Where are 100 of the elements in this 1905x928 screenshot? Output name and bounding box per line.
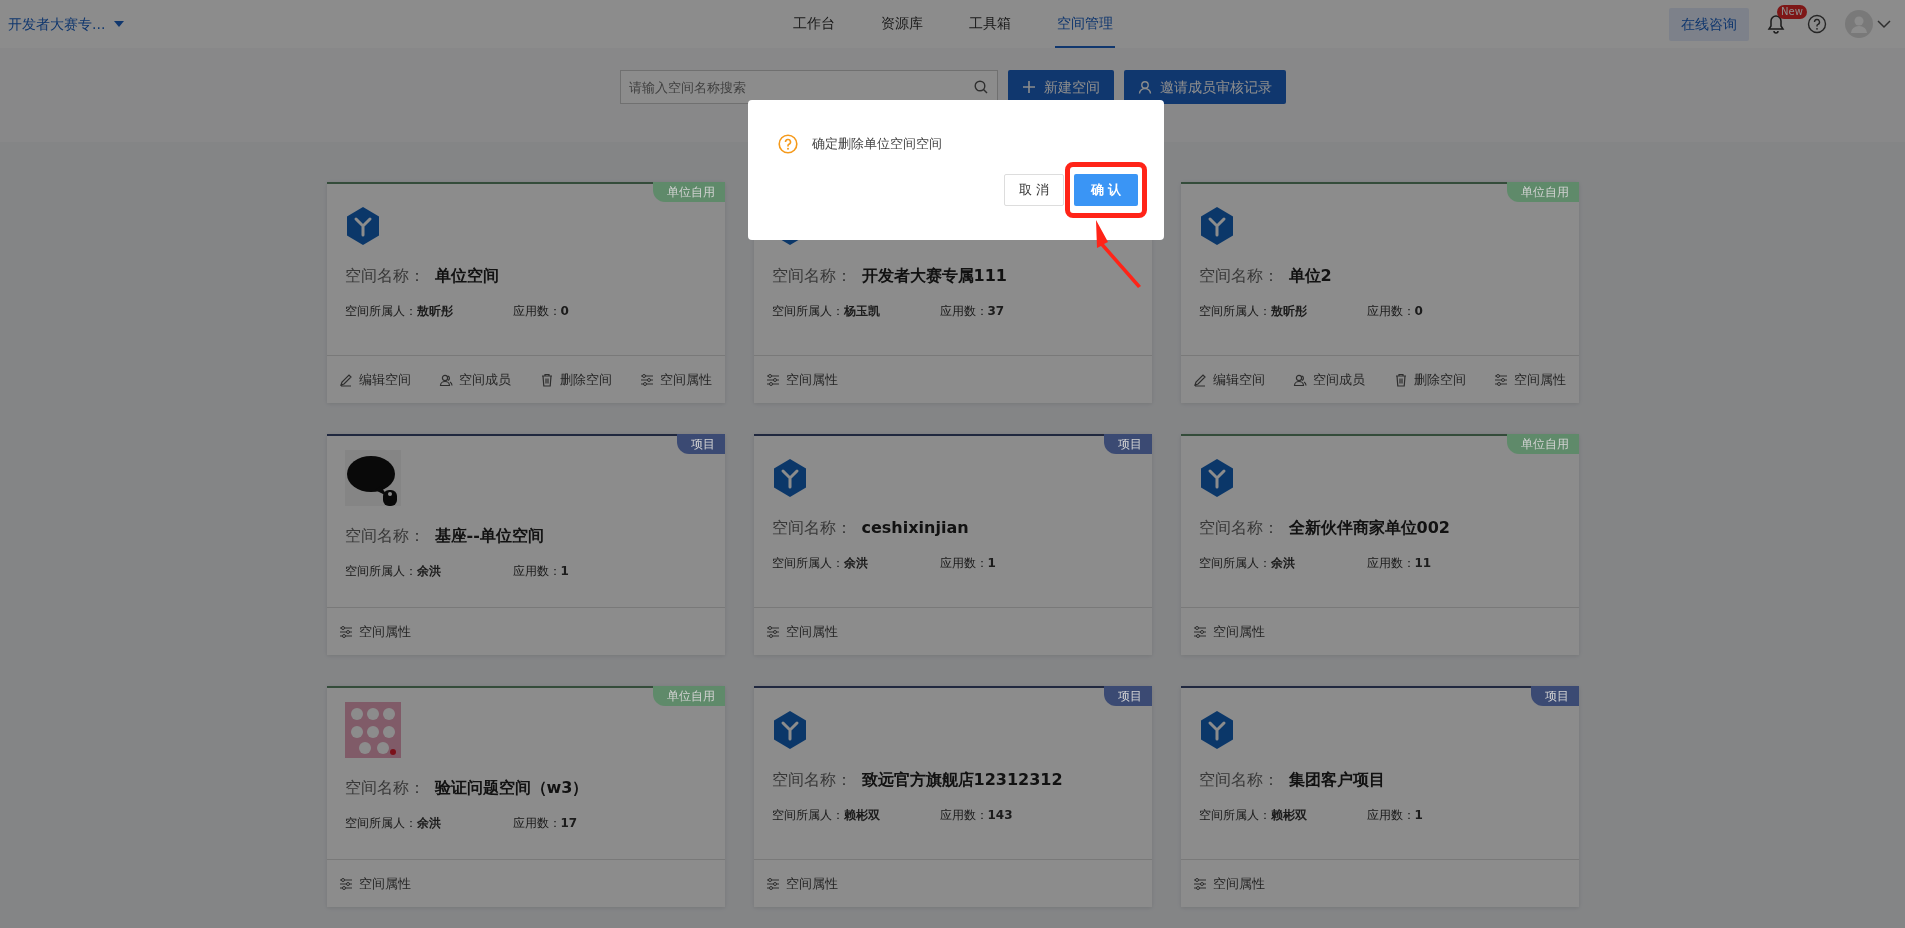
space-name: 单位2 bbox=[1288, 265, 1332, 287]
app-count: 143 bbox=[987, 807, 1013, 824]
space-tag: 项目 bbox=[676, 434, 725, 454]
owner-name: 杨玉凯 bbox=[843, 303, 881, 320]
cancel-button[interactable]: 取 消 bbox=[1004, 174, 1064, 206]
cube-logo-icon bbox=[1198, 458, 1235, 498]
card-action[interactable]: 空间属性 bbox=[640, 369, 713, 390]
sliders-icon bbox=[765, 624, 780, 639]
space-name: 基座--单位空间 bbox=[434, 525, 544, 547]
card-action[interactable]: 编辑空间 bbox=[1192, 369, 1265, 390]
sliders-icon bbox=[765, 372, 780, 387]
app-count: 17 bbox=[560, 815, 578, 832]
space-tag: 单位自用 bbox=[652, 182, 725, 202]
trash-icon bbox=[539, 372, 554, 387]
owner-label: 空间所属人： bbox=[771, 555, 844, 572]
space-tag: 项目 bbox=[1103, 434, 1152, 454]
space-tag: 项目 bbox=[1103, 686, 1152, 706]
owner-name: 余洪 bbox=[416, 815, 442, 832]
sliders-icon bbox=[338, 876, 353, 891]
sliders-icon bbox=[1192, 876, 1207, 891]
owner-label: 空间所属人： bbox=[344, 563, 417, 580]
card-action[interactable]: 删除空间 bbox=[539, 369, 612, 390]
search-field[interactable]: 请输入空间名称搜索 bbox=[619, 70, 998, 104]
name-label: 空间名称： bbox=[771, 517, 852, 539]
owner-name: 赖彬双 bbox=[843, 807, 881, 824]
app-count-label: 应用数： bbox=[512, 563, 561, 580]
app-count: 1 bbox=[987, 555, 996, 572]
app-count-label: 应用数： bbox=[939, 807, 988, 824]
space-name: 集团客户项目 bbox=[1288, 769, 1385, 791]
space-switcher[interactable]: 开发者大赛专... bbox=[8, 13, 126, 35]
dialog-message: 确定删除单位空间空间 bbox=[812, 135, 942, 154]
caret-icon bbox=[113, 20, 126, 28]
nav-tab[interactable]: 工作台 bbox=[790, 0, 837, 48]
app-count: 0 bbox=[1414, 303, 1423, 320]
card-action[interactable]: 空间属性 bbox=[765, 369, 838, 390]
name-label: 空间名称： bbox=[771, 265, 852, 287]
card-action[interactable]: 空间属性 bbox=[765, 873, 838, 894]
space-tag: 项目 bbox=[1530, 686, 1579, 706]
name-label: 空间名称： bbox=[344, 265, 425, 287]
name-label: 空间名称： bbox=[1198, 517, 1279, 539]
name-label: 空间名称： bbox=[344, 525, 425, 547]
name-label: 空间名称： bbox=[1198, 769, 1279, 791]
cube-logo-icon bbox=[771, 710, 808, 750]
confirm-button[interactable]: 确 认 bbox=[1074, 174, 1138, 206]
space-name: 全新伙伴商家单位002 bbox=[1288, 517, 1450, 539]
cube-logo-icon bbox=[344, 206, 381, 246]
name-label: 空间名称： bbox=[1198, 265, 1279, 287]
person-icon bbox=[1137, 80, 1152, 94]
owner-label: 空间所属人： bbox=[771, 303, 844, 320]
people-icon bbox=[439, 372, 454, 387]
card-action[interactable]: 空间成员 bbox=[439, 369, 512, 390]
card-action[interactable]: 编辑空间 bbox=[338, 369, 411, 390]
app-count-label: 应用数： bbox=[1366, 807, 1415, 824]
nav-tab[interactable]: 资源库 bbox=[878, 0, 925, 48]
app-count: 1 bbox=[560, 563, 569, 580]
plus-icon bbox=[1021, 80, 1036, 94]
app-count-label: 应用数： bbox=[1366, 555, 1415, 572]
space-tag: 单位自用 bbox=[1506, 182, 1579, 202]
owner-name: 余洪 bbox=[416, 563, 442, 580]
space-name: 开发者大赛专属111 bbox=[861, 265, 1007, 287]
card-action[interactable]: 空间属性 bbox=[338, 873, 411, 894]
card-action[interactable]: 空间属性 bbox=[1192, 621, 1265, 642]
owner-label: 空间所属人： bbox=[771, 807, 844, 824]
card-action[interactable]: 空间属性 bbox=[338, 621, 411, 642]
owner-name: 余洪 bbox=[1270, 555, 1296, 572]
card-action[interactable]: 删除空间 bbox=[1393, 369, 1466, 390]
question-icon bbox=[778, 134, 798, 154]
owner-label: 空间所属人： bbox=[1198, 303, 1271, 320]
notification-badge: New bbox=[1777, 5, 1807, 19]
owner-name: 敖昕彤 bbox=[1270, 303, 1308, 320]
card-action[interactable]: 空间属性 bbox=[1192, 873, 1265, 894]
chevron-down-icon[interactable] bbox=[1877, 19, 1891, 29]
card-action[interactable]: 空间成员 bbox=[1293, 369, 1366, 390]
trash-icon bbox=[1393, 372, 1408, 387]
help-icon[interactable] bbox=[1807, 14, 1827, 34]
people-icon bbox=[1293, 372, 1308, 387]
search-icon bbox=[973, 80, 988, 94]
space-tag: 单位自用 bbox=[1506, 434, 1579, 454]
app-count: 1 bbox=[1414, 807, 1423, 824]
invite-records-button[interactable]: 邀请成员审核记录 bbox=[1123, 70, 1286, 104]
sliders-icon bbox=[338, 624, 353, 639]
owner-name: 余洪 bbox=[843, 555, 869, 572]
sliders-icon bbox=[640, 372, 655, 387]
sliders-icon bbox=[1494, 372, 1509, 387]
cube-logo-icon bbox=[1198, 710, 1235, 750]
space-name: 单位空间 bbox=[434, 265, 499, 287]
bell-icon[interactable] bbox=[1767, 13, 1785, 34]
pencil-icon bbox=[338, 372, 353, 387]
consult-button[interactable]: 在线咨询 bbox=[1669, 7, 1749, 41]
app-count: 0 bbox=[560, 303, 569, 320]
space-name: 致远官方旗舰店12312312 bbox=[861, 769, 1063, 791]
app-count: 11 bbox=[1414, 555, 1432, 572]
app-count: 37 bbox=[987, 303, 1005, 320]
app-count-label: 应用数： bbox=[939, 303, 988, 320]
card-action[interactable]: 空间属性 bbox=[1494, 369, 1567, 390]
nav-tab[interactable]: 工具箱 bbox=[966, 0, 1013, 48]
space-name: ceshixinjian bbox=[861, 517, 969, 539]
owner-name: 敖昕彤 bbox=[416, 303, 454, 320]
name-label: 空间名称： bbox=[771, 769, 852, 791]
card-action[interactable]: 空间属性 bbox=[765, 621, 838, 642]
